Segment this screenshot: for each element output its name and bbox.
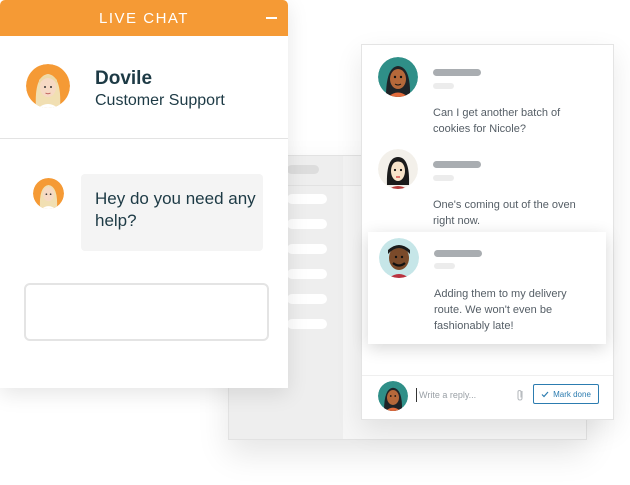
sidebar-placeholder — [287, 219, 327, 229]
minimize-icon[interactable] — [266, 17, 277, 19]
text-cursor — [416, 388, 417, 402]
author-name-placeholder — [433, 161, 481, 168]
agent-avatar — [26, 64, 70, 108]
sidebar-placeholder — [287, 319, 327, 329]
agent-avatar — [378, 149, 418, 189]
sidebar-placeholder — [287, 294, 327, 304]
customer-avatar — [378, 57, 418, 97]
mark-done-label: Mark done — [553, 389, 591, 399]
reply-bar: Write a reply... Mark done — [362, 375, 613, 419]
agent-avatar — [33, 178, 64, 209]
agent-name: Dovile — [95, 68, 153, 89]
agent-role: Customer Support — [95, 92, 225, 109]
chat-header-title: LIVE CHAT — [99, 9, 189, 27]
chat-header[interactable]: LIVE CHAT — [0, 0, 288, 36]
conversation-message: Can I get another batch of cookies for N… — [362, 45, 613, 141]
agent-avatar — [378, 381, 408, 411]
conversation-message: One's coming out of the oven right now. — [362, 137, 613, 229]
conversation-message-highlighted: Adding them to my delivery route. We won… — [368, 232, 606, 344]
sidebar-placeholder — [287, 244, 327, 254]
live-chat-widget: LIVE CHAT Dovile Customer Support Hey do… — [0, 0, 288, 388]
timestamp-placeholder — [434, 263, 455, 269]
paperclip-icon[interactable] — [514, 388, 526, 402]
timestamp-placeholder — [433, 83, 454, 89]
chat-message-input[interactable] — [24, 283, 269, 341]
courier-avatar — [379, 238, 419, 278]
checkmark-icon — [541, 391, 549, 397]
agent-info: Dovile Customer Support — [0, 36, 288, 139]
timestamp-placeholder — [433, 175, 454, 181]
message-text: One's coming out of the oven right now. — [433, 199, 576, 227]
reply-input[interactable]: Write a reply... — [419, 389, 509, 401]
message-text: Can I get another batch of cookies for N… — [433, 107, 561, 135]
author-name-placeholder — [434, 250, 482, 257]
sidebar-placeholder — [287, 269, 327, 279]
mark-done-button[interactable]: Mark done — [533, 384, 599, 404]
chat-message-bubble: Hey do you need any help? — [81, 174, 263, 251]
sidebar-placeholder — [287, 165, 319, 174]
message-text: Adding them to my delivery route. We won… — [434, 288, 567, 332]
sidebar-placeholder — [287, 194, 327, 204]
author-name-placeholder — [433, 69, 481, 76]
